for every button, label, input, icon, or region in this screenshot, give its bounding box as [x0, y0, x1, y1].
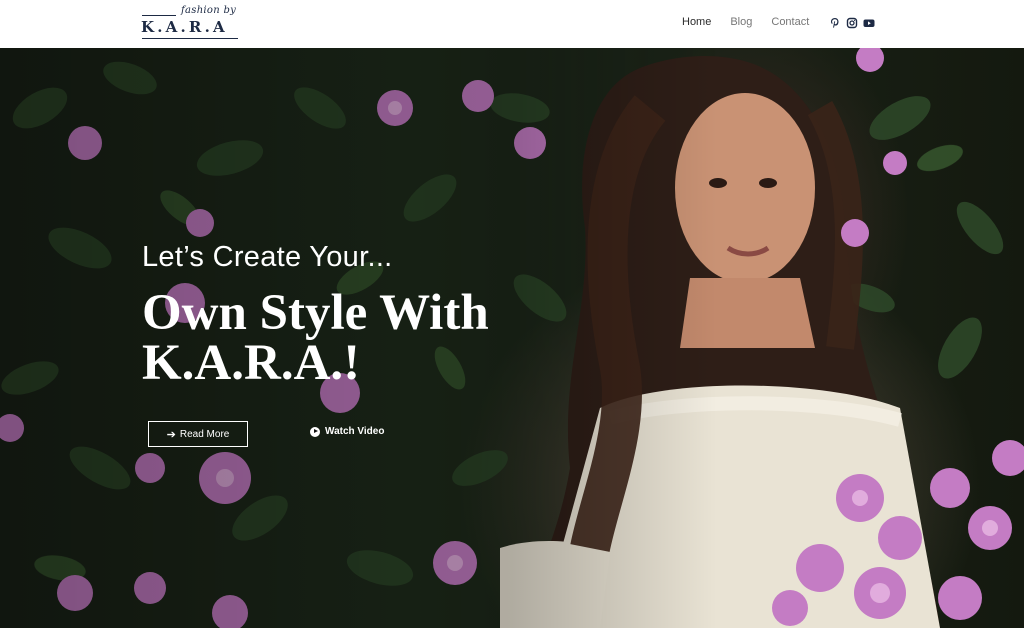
social-links — [829, 14, 880, 29]
hero-kicker: Let’s Create Your... — [142, 241, 393, 273]
brand-logo[interactable]: fashion by K.A.R.A — [141, 5, 241, 41]
site-header: fashion by K.A.R.A Home Blog Contact — [0, 0, 1024, 48]
hero-section: Let’s Create Your... Own Style With K.A.… — [0, 48, 1024, 628]
nav-item-contact[interactable]: Contact — [771, 16, 809, 28]
arrow-right-icon: ➔ — [166, 428, 176, 441]
logo-name-text: K.A.R.A — [141, 18, 228, 36]
youtube-icon[interactable] — [863, 14, 875, 27]
pinterest-icon[interactable] — [829, 14, 841, 28]
read-more-button[interactable]: ➔ Read More — [148, 421, 248, 447]
main-nav: Home Blog Contact — [682, 16, 828, 28]
hero-headline: Own Style With K.A.R.A.! — [142, 285, 489, 391]
instagram-icon[interactable] — [846, 14, 858, 29]
play-icon — [310, 426, 320, 437]
nav-item-home[interactable]: Home — [682, 16, 711, 28]
logo-script-text: fashion by — [181, 5, 237, 16]
read-more-label: Read More — [179, 428, 230, 440]
logo-rule-bottom — [142, 38, 238, 39]
nav-item-blog[interactable]: Blog — [730, 16, 752, 28]
logo-rule-top — [142, 15, 176, 16]
watch-video-label: Watch Video — [325, 426, 385, 437]
watch-video-button[interactable]: Watch Video — [310, 426, 384, 437]
